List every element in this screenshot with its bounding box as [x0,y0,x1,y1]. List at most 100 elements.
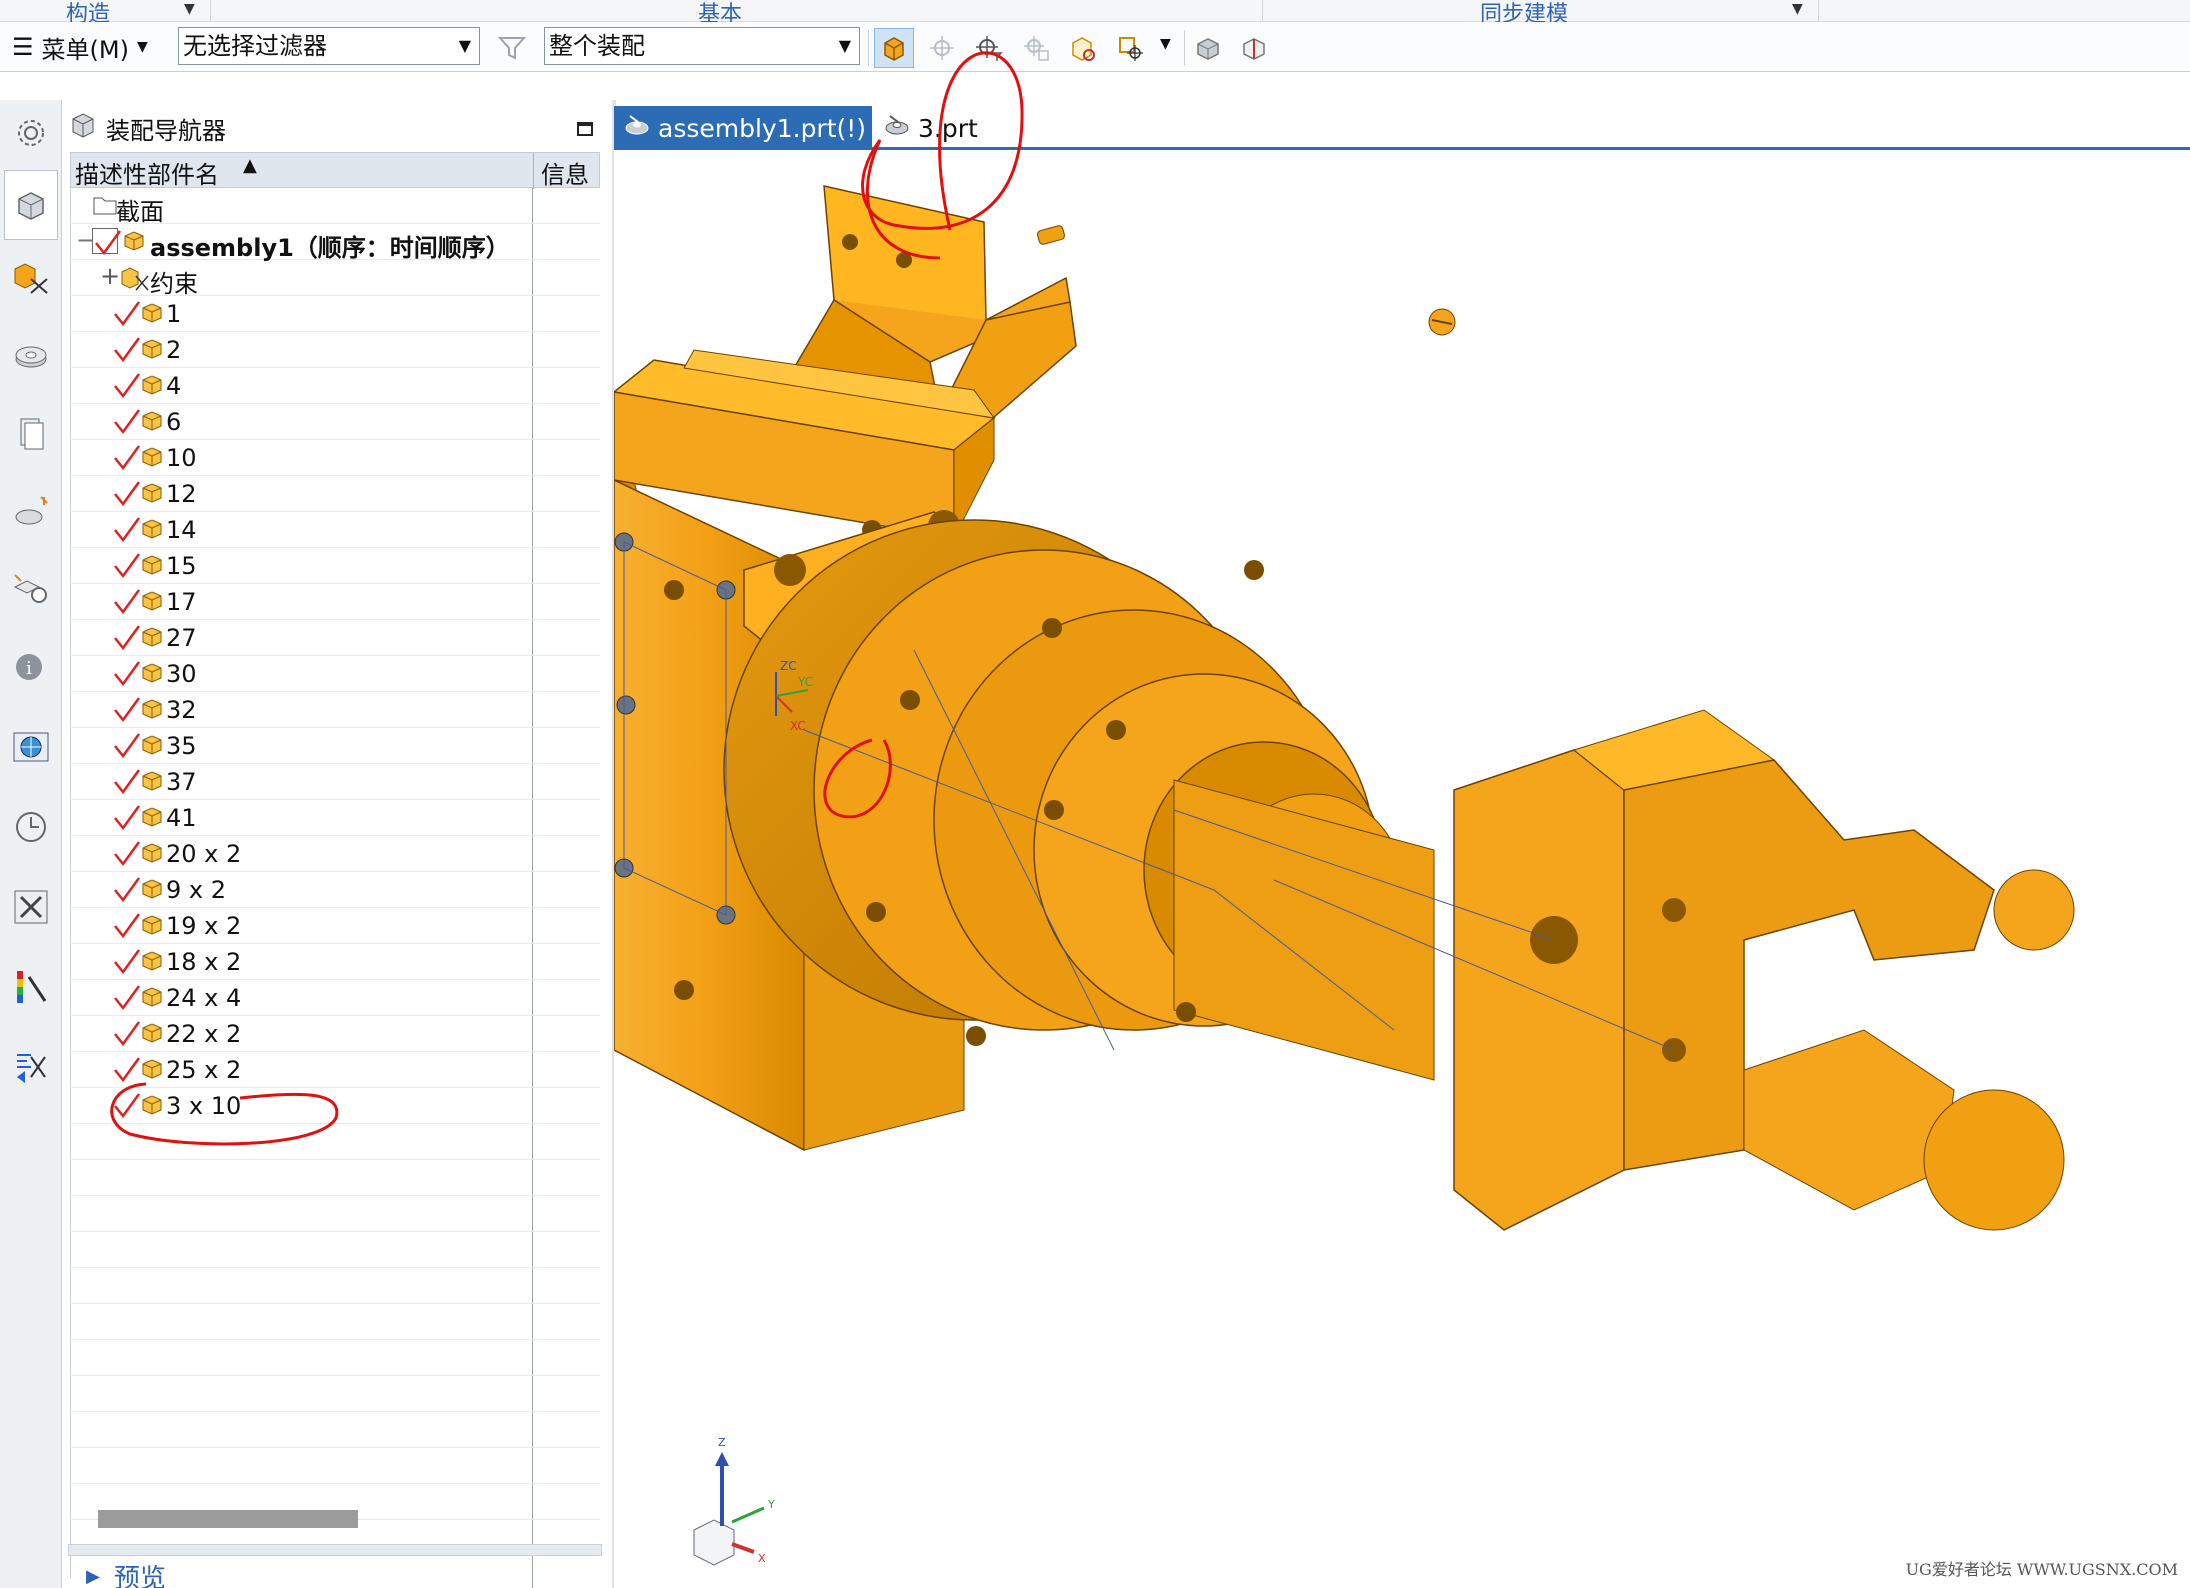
constraint-navigator-icon[interactable] [4,250,58,304]
preview-section[interactable]: ▶ 预览 [86,1558,166,1588]
globe-icon[interactable] [4,720,58,774]
checked-icon[interactable] [112,300,142,334]
horizontal-scrollbar[interactable] [98,1510,358,1528]
graphics-window[interactable]: ZC YC XC Z Y X UG爱好者论坛 WWW.UGSNX.COM [614,150,2190,1588]
checked-icon[interactable] [112,588,142,622]
quick-pick-icon[interactable] [1110,28,1150,68]
tree-row-component[interactable]: 37 [70,764,600,800]
column-info[interactable]: 信息 [541,155,589,190]
tree-row-component[interactable]: 24 x 4 [70,980,600,1016]
tree-row-component[interactable]: 22 x 2 [70,1016,600,1052]
tools-icon[interactable] [4,880,58,934]
history-info-icon[interactable]: i [4,640,58,694]
chevron-down-icon[interactable]: ▼ [1160,36,1171,52]
tree-row-constraints[interactable]: + 约束 [70,260,600,298]
section-view-icon[interactable] [1234,28,1274,68]
component-cube-icon [140,877,164,907]
checked-icon[interactable] [112,372,142,406]
palette-icon[interactable] [4,960,58,1014]
snap-settings-icon[interactable] [1016,28,1056,68]
tree-row-component[interactable]: 32 [70,692,600,728]
checked-icon[interactable] [112,624,142,658]
tab-3-prt[interactable]: 3.prt [874,106,1014,150]
chevron-down-icon[interactable]: ▼ [1792,1,1803,17]
column-divider[interactable] [533,153,534,189]
checked-icon[interactable] [112,732,142,766]
sort-ascending-icon[interactable]: ▲ [243,155,257,176]
checked-icon[interactable] [112,1056,142,1090]
tree-row-component[interactable]: 6 [70,404,600,440]
checked-icon[interactable] [112,984,142,1018]
checked-icon[interactable] [112,408,142,442]
tree-row-label: 20 x 2 [166,840,242,868]
point-filter-icon[interactable] [968,28,1008,68]
hd3d-tools-icon[interactable] [4,484,58,538]
tree-row-component[interactable]: 12 [70,476,600,512]
visibility-checkbox[interactable] [92,228,122,256]
expand-icon[interactable]: + [100,262,120,290]
tree-row-component[interactable]: 9 x 2 [70,872,600,908]
checked-icon[interactable] [112,1092,142,1126]
wcs-xc-label: XC [790,719,806,733]
tree-row-component[interactable]: 27 [70,620,600,656]
tree-row-component[interactable]: 35 [70,728,600,764]
tree-row-component[interactable]: 1 [70,296,600,332]
tree-row-section-folder[interactable]: 截面 [70,188,600,226]
checked-icon[interactable] [112,480,142,514]
checked-icon[interactable] [112,912,142,946]
tree-row-component[interactable]: 41 [70,800,600,836]
tree-row-component[interactable]: 30 [70,656,600,692]
tree-row-component[interactable]: 20 x 2 [70,836,600,872]
checked-icon[interactable] [112,768,142,802]
select-component-icon[interactable] [1062,28,1102,68]
checked-icon[interactable] [112,876,142,910]
gripper-part[interactable] [1453,709,2075,1231]
tree-row-component[interactable]: 25 x 2 [70,1052,600,1088]
tree-row-component[interactable]: 18 x 2 [70,944,600,980]
checked-icon[interactable] [112,948,142,982]
tree-row-label: 37 [166,768,197,796]
checked-icon[interactable] [112,516,142,550]
toolbar-divider [868,30,869,66]
tab-assembly1[interactable]: assembly1.prt(!) ✕ [614,106,898,150]
maximize-icon[interactable] [576,116,594,144]
model-view[interactable]: ZC YC XC Z Y X [614,150,2190,1588]
tree-row-assembly-root[interactable]: − assembly1（顺序：时间顺序） [70,224,600,262]
view-triad[interactable]: Z Y X [693,1436,775,1566]
checked-icon[interactable] [112,1020,142,1054]
tree-row-component[interactable]: 14 [70,512,600,548]
role-icon[interactable] [4,1040,58,1094]
panel-splitter[interactable] [68,1544,602,1556]
part-navigator-icon[interactable] [4,328,58,382]
part-file-icon [624,112,650,144]
checked-icon[interactable] [112,660,142,694]
checked-icon[interactable] [112,336,142,370]
settings-gear-icon[interactable] [4,106,58,160]
snap-point-icon[interactable] [922,28,962,68]
checked-icon[interactable] [112,552,142,586]
checked-icon[interactable] [112,444,142,478]
assembly-navigator-icon[interactable] [4,170,58,240]
selection-filter-select[interactable]: 无选择过滤器 ▼ [178,27,480,65]
chevron-down-icon[interactable]: ▼ [184,1,195,17]
column-descriptive-part-name[interactable]: 描述性部件名 [75,155,219,190]
selection-scope-select[interactable]: 整个装配 ▼ [544,27,860,65]
checked-icon[interactable] [112,696,142,730]
select-body-icon[interactable] [874,28,914,68]
tree-row-component[interactable]: 4 [70,368,600,404]
tree-row-component[interactable]: 3 x 10 [70,1088,600,1124]
tree-row-component[interactable]: 17 [70,584,600,620]
web-browser-icon[interactable] [4,560,58,614]
floating-screw-part[interactable] [1037,225,1456,336]
clock-icon[interactable] [4,800,58,854]
checked-icon[interactable] [112,804,142,838]
tree-row-component[interactable]: 19 x 2 [70,908,600,944]
checked-icon[interactable] [112,840,142,874]
tree-row-component[interactable]: 10 [70,440,600,476]
shaded-view-icon[interactable] [1188,28,1228,68]
reuse-library-icon[interactable] [4,406,58,460]
tree-row-component[interactable]: 15 [70,548,600,584]
tree-row-component[interactable]: 2 [70,332,600,368]
filter-funnel-icon[interactable] [492,28,532,68]
menu-button[interactable]: ☰ 菜单(M) ▼ [12,30,148,64]
